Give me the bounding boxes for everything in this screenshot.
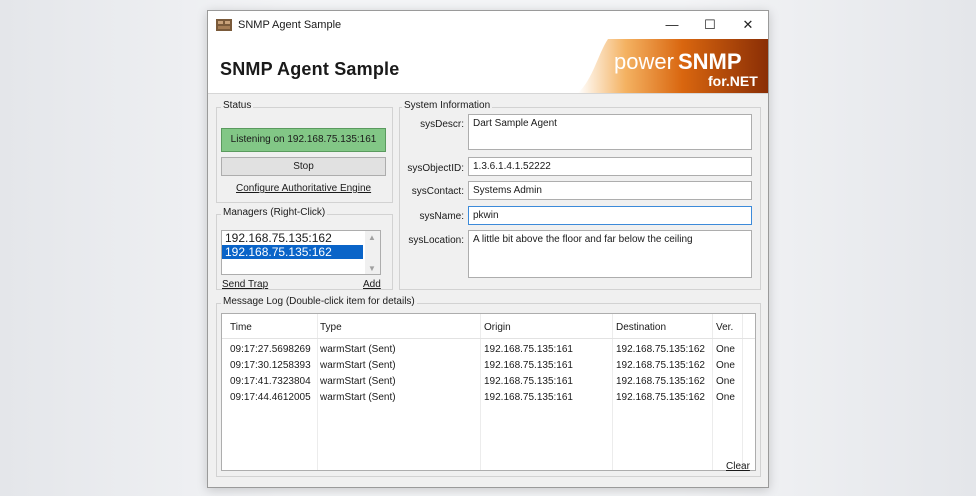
header-time[interactable]: Time [230,318,252,338]
system-info-group-label: System Information [402,100,493,111]
cell-version: One [716,392,735,403]
minimize-button[interactable]: — [654,15,690,35]
table-row[interactable]: 09:17:27.5698269 warmStart (Sent) 192.16… [222,342,755,358]
powersnmp-logo: power SNMP for.NET [578,39,768,93]
cell-type: warmStart (Sent) [320,392,396,403]
add-manager-link[interactable]: Add [363,279,381,290]
cell-version: One [716,360,735,371]
list-item[interactable]: 192.168.75.135:162 [222,245,363,259]
title-bar[interactable]: SNMP Agent Sample — ☐ ✕ [208,11,768,39]
message-log-table[interactable]: Time Type Origin Destination Ver. 09:17:… [221,313,756,471]
list-item[interactable]: 192.168.75.135:162 [222,231,363,245]
syscontact-label: sysContact: [411,186,464,197]
header-type[interactable]: Type [320,318,342,338]
app-icon [216,19,232,31]
cell-type: warmStart (Sent) [320,360,396,371]
cell-origin: 192.168.75.135:161 [484,344,573,355]
sysdescr-field[interactable]: Dart Sample Agent [468,114,752,150]
sysdescr-label: sysDescr: [420,119,464,130]
maximize-button[interactable]: ☐ [692,15,728,35]
scroll-down-icon[interactable]: ▼ [368,264,376,273]
clear-log-link[interactable]: Clear [726,461,750,472]
syslocation-field[interactable]: A little bit above the floor and far bel… [468,230,752,278]
banner-title: SNMP Agent Sample [220,59,400,79]
cell-destination: 192.168.75.135:162 [616,376,705,387]
logo-snmp: SNMP [678,49,742,74]
cell-time: 09:17:44.4612005 [230,392,311,403]
managers-list[interactable]: 192.168.75.135:162 192.168.75.135:162 ▲ … [221,230,381,275]
window-title: SNMP Agent Sample [238,19,342,31]
cell-destination: 192.168.75.135:162 [616,344,705,355]
close-button[interactable]: ✕ [730,15,766,35]
cell-time: 09:17:41.7323804 [230,376,311,387]
stop-button[interactable]: Stop [221,157,386,176]
cell-destination: 192.168.75.135:162 [616,392,705,403]
send-trap-link[interactable]: Send Trap [222,279,268,290]
table-row[interactable]: 09:17:41.7323804 warmStart (Sent) 192.16… [222,374,755,390]
cell-origin: 192.168.75.135:161 [484,392,573,403]
banner: SNMP Agent Sample power SNMP for.NET [208,39,768,94]
cell-version: One [716,344,735,355]
syscontact-field[interactable]: Systems Admin [468,181,752,200]
sysname-label: sysName: [419,211,464,222]
header-destination[interactable]: Destination [616,318,666,338]
configure-engine-link[interactable]: Configure Authoritative Engine [236,183,371,194]
cell-time: 09:17:27.5698269 [230,344,311,355]
cell-version: One [716,376,735,387]
cell-type: warmStart (Sent) [320,376,396,387]
table-row[interactable]: 09:17:44.4612005 warmStart (Sent) 192.16… [222,390,755,406]
sysobjectid-label: sysObjectID: [407,163,464,174]
logo-net: for.NET [708,73,758,89]
header-origin[interactable]: Origin [484,318,511,338]
sysobjectid-field[interactable]: 1.3.6.1.4.1.52222 [468,157,752,176]
table-row[interactable]: 09:17:30.1258393 warmStart (Sent) 192.16… [222,358,755,374]
cell-time: 09:17:30.1258393 [230,360,311,371]
status-group-label: Status [221,100,254,111]
header-version[interactable]: Ver. [716,318,733,338]
log-header-row: Time Type Origin Destination Ver. [222,318,755,339]
managers-group-label: Managers (Right-Click) [221,207,328,218]
status-message: Listening on 192.168.75.135:161 [221,128,386,152]
cell-type: warmStart (Sent) [320,344,396,355]
cell-origin: 192.168.75.135:161 [484,376,573,387]
managers-scrollbar[interactable]: ▲ ▼ [365,231,380,274]
cell-destination: 192.168.75.135:162 [616,360,705,371]
app-window: SNMP Agent Sample — ☐ ✕ SNMP Agent Sampl… [207,10,769,488]
sysname-field[interactable]: pkwin [468,206,752,225]
message-log-group-label: Message Log (Double-click item for detai… [221,296,417,307]
scroll-up-icon[interactable]: ▲ [368,233,376,242]
cell-origin: 192.168.75.135:161 [484,360,573,371]
syslocation-label: sysLocation: [408,235,464,246]
logo-power: power [614,49,674,74]
